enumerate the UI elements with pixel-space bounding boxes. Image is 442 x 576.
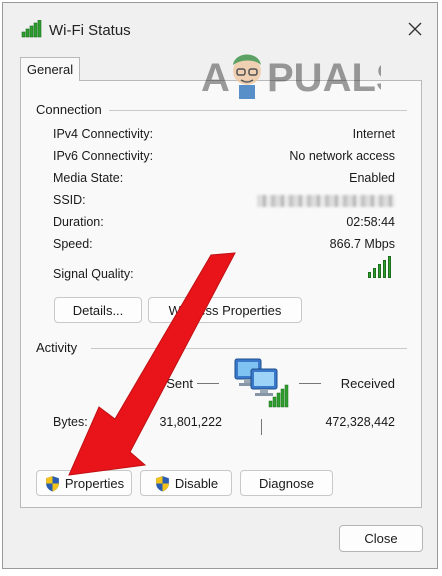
details-button-label: Details... <box>72 302 124 318</box>
connection-section-title: Connection <box>36 102 102 117</box>
ipv4-value: Internet <box>352 127 395 141</box>
ipv4-label: IPv4 Connectivity: <box>53 127 154 141</box>
bytes-divider <box>261 419 262 435</box>
connection-divider <box>109 110 407 111</box>
properties-button-label: Properties <box>64 475 125 491</box>
bytes-received-value: 472,328,442 <box>325 415 395 429</box>
media-state-value: Enabled <box>349 171 395 185</box>
wireless-properties-button[interactable]: Wireless Properties <box>148 297 302 323</box>
bytes-label: Bytes: <box>53 415 88 429</box>
title-bar: Wi-Fi Status <box>3 3 437 43</box>
tab-general[interactable]: General <box>20 57 80 81</box>
diagnose-button-label: Diagnose <box>259 475 314 491</box>
svg-text:PUALS: PUALS <box>267 56 381 100</box>
speed-value: 866.7 Mbps <box>329 237 395 251</box>
bytes-sent-value: 31,801,222 <box>159 415 222 429</box>
signal-quality-label: Signal Quality: <box>53 267 134 281</box>
close-icon[interactable] <box>405 19 425 39</box>
uac-shield-icon <box>155 475 169 491</box>
close-button-label: Close <box>364 531 398 546</box>
disable-button[interactable]: Disable <box>140 470 232 496</box>
activity-section-title: Activity <box>36 340 78 355</box>
details-button[interactable]: Details... <box>54 297 142 323</box>
duration-label: Duration: <box>53 215 104 229</box>
close-button[interactable]: Close <box>339 525 423 552</box>
sent-connector-line <box>197 383 219 384</box>
activity-divider <box>91 348 407 349</box>
ipv6-value: No network access <box>289 149 395 163</box>
ssid-label: SSID: <box>53 193 86 207</box>
sent-label: Sent <box>166 376 193 391</box>
window-title: Wi-Fi Status <box>49 22 131 39</box>
general-tab-panel: Connection IPv4 Connectivity: Internet I… <box>20 80 422 508</box>
received-label: Received <box>340 376 395 391</box>
received-connector-line <box>299 383 321 384</box>
uac-shield-icon <box>46 475 59 491</box>
ipv6-label: IPv6 Connectivity: <box>53 149 154 163</box>
wireless-properties-button-label: Wireless Properties <box>168 302 282 318</box>
wifi-status-window: Wi-Fi Status General Connection IPv4 Con… <box>2 2 438 569</box>
ssid-value-redacted <box>257 195 395 207</box>
disable-button-label: Disable <box>174 475 219 491</box>
network-computers-icon <box>234 358 289 408</box>
svg-text:A: A <box>201 56 230 100</box>
properties-button[interactable]: Properties <box>36 470 132 496</box>
signal-quality-icon <box>368 256 391 278</box>
duration-value: 02:58:44 <box>346 215 395 229</box>
appuals-watermark-logo: A PUALS <box>201 54 381 100</box>
speed-label: Speed: <box>53 237 93 251</box>
diagnose-button[interactable]: Diagnose <box>240 470 333 496</box>
media-state-label: Media State: <box>53 171 124 185</box>
wifi-signal-icon <box>21 20 42 38</box>
